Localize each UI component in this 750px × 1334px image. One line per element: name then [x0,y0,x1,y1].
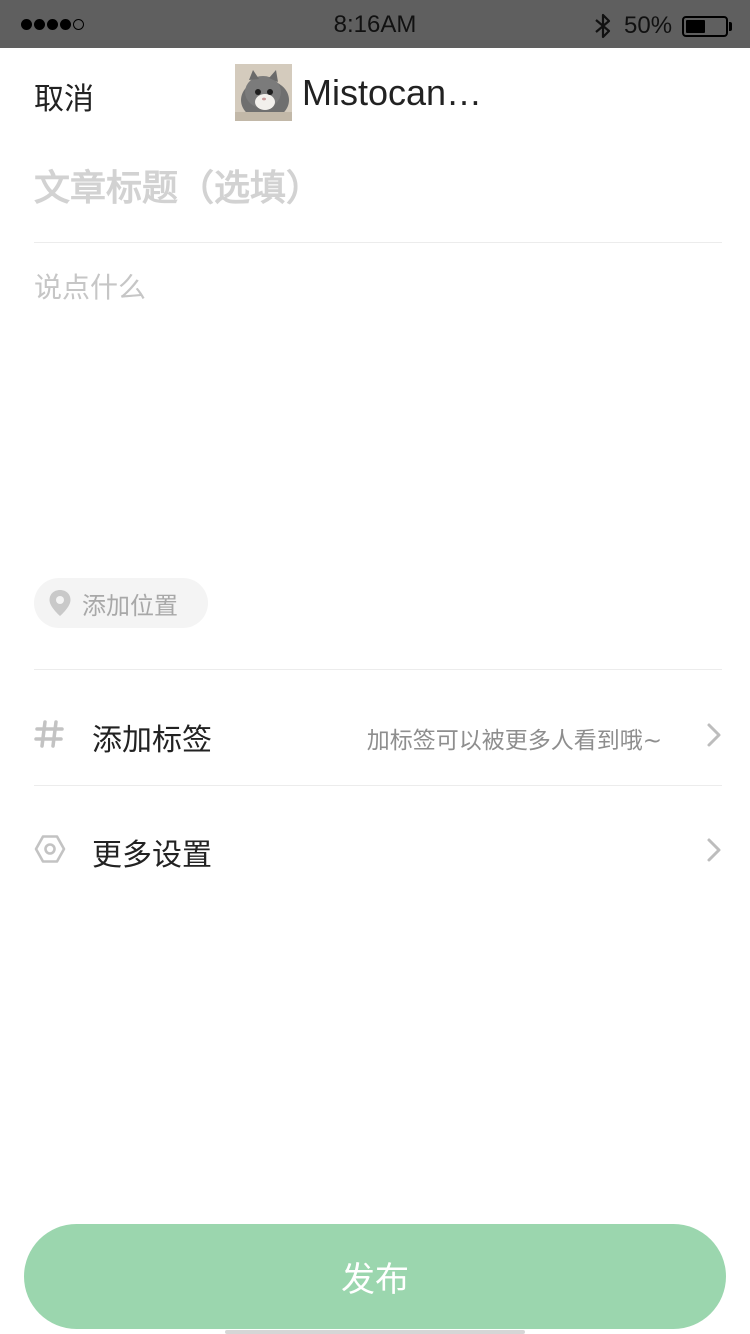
more-settings-row[interactable]: 更多设置 [34,820,722,880]
location-pin-icon [49,590,71,616]
more-settings-label: 更多设置 [92,838,212,873]
add-location-label: 添加位置 [82,591,178,620]
chevron-right-icon [707,838,721,862]
add-location-button[interactable]: 添加位置 [34,578,208,628]
post-body-input[interactable] [34,266,722,546]
add-tags-hint: 加标签可以被更多人看到哦~ [366,728,662,754]
battery-percent: 50% [624,12,673,39]
battery-level-fill [686,20,705,33]
status-bar: 8:16AM 50% [0,0,750,48]
section-divider [34,669,722,670]
cancel-button[interactable]: 取消 [34,74,94,118]
chevron-right-icon [707,723,721,747]
bluetooth-icon [595,13,611,39]
hashtag-icon [34,720,64,748]
home-indicator [225,1330,525,1334]
article-title-input[interactable] [34,163,724,213]
row-divider [34,785,722,786]
title-divider [34,242,722,243]
publish-button[interactable]: 发布 [24,1224,726,1329]
hexagon-settings-icon [34,835,66,863]
battery-icon [682,16,728,37]
cat-avatar-icon [235,64,292,121]
compose-screen: 8:16AM 50% 取消 Mistocan… 文章标题（选填） 说点什么 添加… [0,0,750,1334]
battery-nub [729,22,732,31]
add-tags-label: 添加标签 [92,723,212,758]
add-tags-row[interactable]: 添加标签 加标签可以被更多人看到哦~ [34,705,722,765]
username: Mistocan… [302,72,483,113]
